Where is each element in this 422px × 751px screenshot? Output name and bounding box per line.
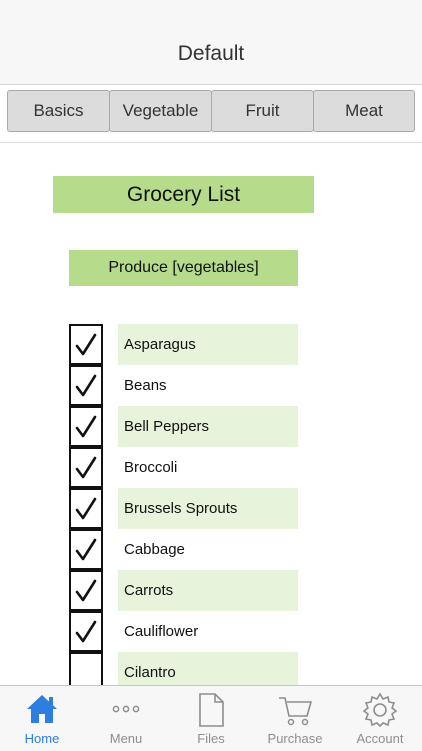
checkmark-icon — [75, 415, 97, 437]
item-checkbox[interactable] — [69, 611, 103, 652]
section-title: Produce [vegetables] — [69, 250, 298, 286]
tab-bar: Home Menu Files Purchase Account — [0, 685, 422, 751]
category-segmented-control: Basics Vegetable Fruit Meat — [0, 85, 422, 143]
tab-account-label: Account — [356, 731, 404, 746]
gear-icon — [362, 692, 398, 728]
tab-menu-label: Menu — [109, 731, 143, 746]
tab-account[interactable]: Account — [338, 686, 422, 751]
page-title: Default — [177, 42, 245, 65]
item-checkbox[interactable] — [69, 447, 103, 488]
tab-home[interactable]: Home — [0, 686, 84, 751]
tab-files[interactable]: Files — [169, 686, 253, 751]
tab-purchase[interactable]: Purchase — [253, 686, 337, 751]
list-item[interactable]: Asparagus — [118, 324, 298, 365]
list-item[interactable]: Broccoli — [118, 447, 298, 488]
item-checkbox[interactable] — [69, 365, 103, 406]
segment-basics[interactable]: Basics — [7, 90, 110, 132]
checkmark-icon — [75, 333, 97, 355]
checkmark-icon — [75, 620, 97, 642]
nav-header: Default — [0, 0, 422, 85]
segment-vegetable[interactable]: Vegetable — [109, 90, 212, 132]
checkmark-icon — [75, 497, 97, 519]
item-checkbox[interactable] — [69, 324, 103, 365]
tab-purchase-label: Purchase — [267, 731, 323, 746]
list-item[interactable]: Brussels Sprouts — [118, 488, 298, 529]
tab-files-label: Files — [197, 731, 225, 746]
list-item[interactable]: Beans — [118, 365, 298, 406]
more-dots-icon — [112, 705, 140, 713]
item-checkbox[interactable] — [69, 529, 103, 570]
item-checkbox[interactable] — [69, 570, 103, 611]
checkmark-icon — [75, 579, 97, 601]
list-item[interactable]: Cauliflower — [118, 611, 298, 652]
list-item[interactable]: Cabbage — [118, 529, 298, 570]
item-checkbox[interactable] — [69, 488, 103, 529]
file-icon — [199, 693, 224, 727]
item-checkbox[interactable] — [69, 406, 103, 447]
checkmark-icon — [75, 374, 97, 396]
list-item[interactable]: Bell Peppers — [118, 406, 298, 447]
checkmark-icon — [75, 456, 97, 478]
list-item[interactable]: Carrots — [118, 570, 298, 611]
checkmark-icon — [75, 538, 97, 560]
grocery-list-title: Grocery List — [53, 176, 314, 213]
segment-fruit[interactable]: Fruit — [211, 90, 314, 132]
cart-icon — [279, 697, 313, 726]
segment-meat[interactable]: Meat — [313, 90, 415, 132]
home-icon — [27, 695, 57, 723]
tab-home-label: Home — [24, 731, 60, 746]
tab-menu[interactable]: Menu — [84, 686, 168, 751]
